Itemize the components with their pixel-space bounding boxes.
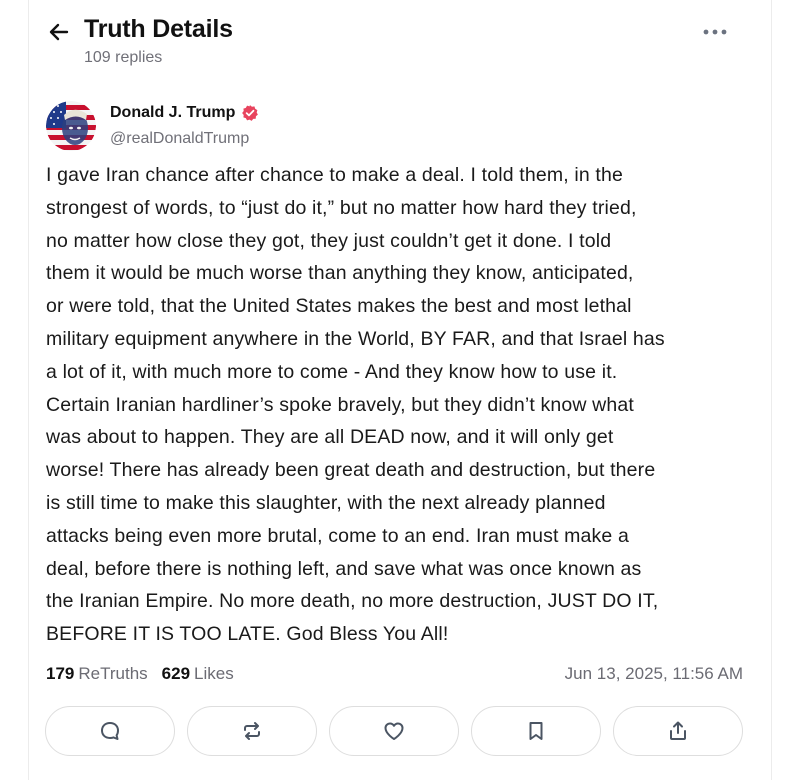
page-header: Truth Details 109 replies (0, 0, 800, 80)
avatar[interactable] (46, 101, 96, 151)
bookmark-icon (529, 722, 543, 740)
retruths-count: 179 (46, 664, 75, 683)
retruths-stat[interactable]: 179 ReTruths (46, 664, 148, 684)
reply-button[interactable] (45, 706, 175, 756)
verified-badge-icon (241, 104, 259, 122)
post-text-line: worse! There has already been great deat… (46, 459, 656, 482)
post-text-line: or were told, that the United States mak… (46, 295, 632, 318)
page-title: Truth Details (84, 15, 233, 43)
bookmark-button[interactable] (471, 706, 601, 756)
retruth-button[interactable] (187, 706, 317, 756)
author-name[interactable]: Donald J. Trump (110, 104, 235, 122)
post-text-line: deal, before there is nothing left, and … (46, 557, 642, 580)
back-button[interactable] (44, 17, 74, 47)
avatar-image (46, 101, 96, 151)
post-text-line: strongest of words, to “just do it,” but… (46, 196, 637, 219)
post-text: I gave Iran chance after chance to make … (46, 159, 758, 651)
frame-border-left (28, 0, 29, 780)
post-text-line: is still time to make this slaughter, wi… (46, 491, 606, 514)
post-text-line: no matter how close they got, they just … (46, 229, 612, 252)
truth-details-page: Truth Details 109 replies Donald J. Trum… (0, 0, 800, 780)
post-text-line: the Iranian Empire. No more death, no mo… (46, 590, 659, 613)
arrow-left-icon (49, 23, 69, 41)
likes-label: Likes (194, 664, 234, 683)
post-text-line: BEFORE IT IS TOO LATE. God Bless You All… (46, 623, 449, 646)
post-stats: 179 ReTruths 629 Likes (46, 664, 248, 684)
post-text-line: was about to happen. They are all DEAD n… (46, 426, 614, 449)
repost-icon (244, 722, 260, 740)
more-horizontal-icon (703, 29, 727, 35)
likes-count: 629 (161, 664, 191, 683)
post-text-line: attacks being even more brutal, come to … (46, 524, 629, 547)
post-timestamp: Jun 13, 2025, 11:56 AM (564, 664, 743, 683)
action-bar (45, 706, 745, 756)
author-name-row: Donald J. Trump (110, 104, 259, 122)
post-text-line: them it would be much worse than anythin… (46, 262, 634, 285)
likes-stat[interactable]: 629 Likes (162, 664, 234, 684)
share-button[interactable] (613, 706, 743, 756)
frame-border-right (771, 0, 772, 780)
replies-count: 109 replies (84, 49, 163, 66)
post-text-line: I gave Iran chance after chance to make … (46, 164, 623, 186)
comment-icon (101, 722, 119, 740)
heart-icon (384, 722, 404, 740)
like-button[interactable] (329, 706, 459, 756)
more-options-button[interactable] (698, 20, 732, 44)
author-handle[interactable]: @realDonaldTrump (110, 130, 249, 148)
retruths-label: ReTruths (78, 664, 148, 683)
post-text-line: a lot of it, with much more to come - An… (46, 360, 618, 383)
post-text-line: Certain Iranian hardliner’s spoke bravel… (46, 393, 634, 416)
share-icon (670, 721, 686, 740)
post-text-line: military equipment anywhere in the World… (46, 327, 665, 350)
